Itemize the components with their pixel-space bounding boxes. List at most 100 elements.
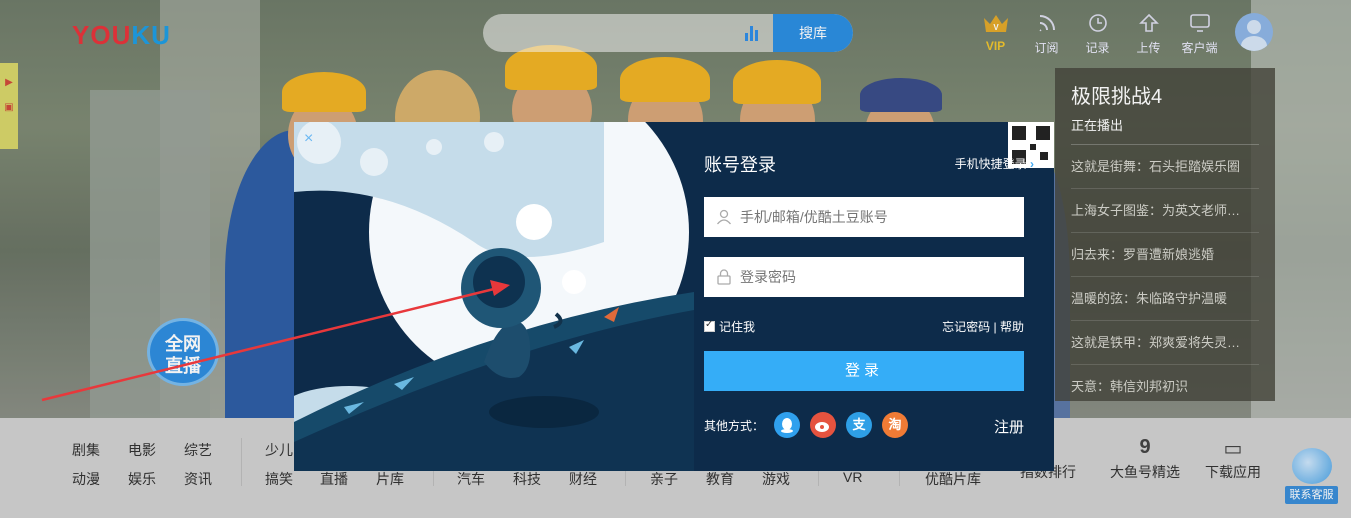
weibo-login-icon[interactable]	[810, 412, 837, 438]
live-broadcast-badge[interactable]: 全网 直播	[147, 318, 219, 386]
nav-link[interactable]: VR	[843, 469, 862, 485]
playlist-item[interactable]: 温暖的弦：朱临路守护温暖	[1071, 277, 1259, 321]
nav-link[interactable]: 动漫	[72, 469, 100, 489]
login-heading: 账号登录	[704, 155, 776, 175]
help-links: 忘记密码 | 帮助	[942, 318, 1024, 335]
live-badge-line2: 直播	[165, 356, 201, 376]
top-nav: V VIP 订阅 记录 上传 客户端	[970, 12, 1225, 56]
register-link[interactable]: 注册	[994, 416, 1024, 437]
playlist-panel: 极限挑战4 正在播出 这就是街舞：石头拒踏娱乐圈 上海女子图鉴：为英文老师… 归…	[1055, 68, 1275, 401]
nav-link[interactable]: 直播	[320, 469, 348, 489]
cap	[860, 78, 942, 112]
helmet	[733, 60, 821, 104]
nav-link[interactable]: 剧集	[72, 440, 100, 460]
nav-link[interactable]: 科技	[513, 469, 541, 489]
lock-icon	[717, 269, 731, 285]
side-tab[interactable]: ▶ ▣	[0, 63, 18, 149]
nav-link[interactable]: 娱乐	[128, 469, 156, 489]
close-button[interactable]: ×	[304, 130, 313, 148]
nav-label: 下载应用	[1205, 464, 1261, 480]
phone-quick-login-link[interactable]: 手机快捷登录 ›	[955, 155, 1034, 172]
nav-link[interactable]: 教育	[706, 469, 734, 489]
nav-subscribe[interactable]: 订阅	[1021, 12, 1072, 56]
nav-link[interactable]: 综艺	[184, 440, 212, 460]
nav-link[interactable]: 游戏	[762, 469, 790, 489]
login-options: 记住我 忘记密码 | 帮助	[704, 318, 1024, 336]
clock-icon	[1072, 12, 1123, 34]
nav-label: 订阅	[1034, 41, 1059, 55]
monitor-icon	[1174, 12, 1225, 34]
dayu-icon: 9	[1139, 436, 1151, 458]
illustration-svg	[294, 122, 694, 471]
dayu-link[interactable]: 9 大鱼号精选	[1108, 436, 1182, 482]
forgot-password-link[interactable]: 忘记密码	[942, 320, 990, 334]
playlist-title[interactable]: 极限挑战4	[1071, 80, 1259, 109]
playlist-item[interactable]: 这就是铁甲：郑爽爱将失灵…	[1071, 321, 1259, 365]
screen-icon: ▣	[4, 102, 14, 113]
nav-vip[interactable]: V VIP	[970, 12, 1021, 56]
quick-login-label: 手机快捷登录	[954, 157, 1027, 171]
search-input[interactable]	[483, 14, 773, 52]
alipay-login-icon[interactable]: 支	[846, 412, 873, 438]
download-app-link[interactable]: ▭ 下载应用	[1203, 436, 1263, 482]
nav-link[interactable]: 汽车	[457, 469, 485, 489]
search-button[interactable]: 搜库	[773, 14, 853, 52]
voice-search-icon[interactable]	[745, 25, 761, 41]
account-input[interactable]	[740, 197, 1020, 237]
nav-link[interactable]: 亲子	[650, 469, 678, 489]
service-robot-icon	[1291, 448, 1332, 484]
playlist-item[interactable]: 这就是街舞：石头拒踏娱乐圈	[1071, 145, 1259, 189]
upload-icon	[1123, 12, 1174, 34]
nav-link[interactable]: 优酷片库	[925, 469, 981, 489]
playlist-item[interactable]: 归去来：罗晋遭新娘逃婚	[1071, 233, 1259, 277]
nav-label: 记录	[1085, 41, 1110, 55]
nav-label: 客户端	[1181, 41, 1218, 55]
login-button[interactable]: 登录	[704, 351, 1024, 391]
chevron-right-icon: ›	[1030, 157, 1034, 171]
account-field	[704, 197, 1024, 237]
login-illustration	[294, 122, 694, 471]
other-methods-label: 其他方式：	[704, 418, 765, 433]
nav-link[interactable]: 电影	[128, 440, 156, 460]
logo-text-main: YOU	[72, 20, 132, 50]
monitor-icon: ▭	[1223, 438, 1243, 460]
password-field	[704, 257, 1024, 297]
remember-me-label: 记住我	[719, 320, 756, 334]
nav-label: 上传	[1136, 41, 1161, 55]
playlist-item[interactable]: 天意：韩信刘邦初识	[1071, 365, 1259, 409]
play-icon: ▶	[5, 77, 13, 88]
login-form: 账号登录 手机快捷登录 › 记住我 忘记密码 | 帮助 登录 其他方式： 支 淘	[704, 122, 1034, 471]
search-bar: 搜库	[483, 14, 853, 52]
checkbox-icon	[704, 319, 715, 332]
taobao-login-icon[interactable]: 淘	[882, 412, 909, 438]
playlist-subtitle: 正在播出	[1071, 115, 1259, 145]
nav-label: VIP	[985, 39, 1006, 53]
live-badge-line1: 全网	[165, 334, 201, 354]
service-label: 联系客服	[1285, 486, 1338, 504]
help-link[interactable]: 帮助	[1000, 320, 1024, 334]
nav-link[interactable]: 资讯	[184, 469, 212, 489]
customer-service-button[interactable]: 联系客服	[1285, 448, 1338, 504]
helmet	[282, 72, 366, 112]
logo-text-accent: KU	[131, 20, 171, 50]
helmet	[620, 57, 710, 102]
other-login-methods: 其他方式： 支 淘	[704, 412, 909, 438]
nav-link[interactable]: 片库	[376, 469, 404, 489]
vip-badge-text: V	[993, 23, 999, 32]
user-avatar[interactable]	[1235, 13, 1273, 51]
qq-login-icon[interactable]	[774, 412, 801, 438]
youku-logo[interactable]: YOUKU	[72, 20, 171, 51]
nav-label: 大鱼号精选	[1110, 464, 1180, 480]
separator: |	[993, 320, 997, 334]
playlist-item[interactable]: 上海女子图鉴：为英文老师…	[1071, 189, 1259, 233]
user-icon	[716, 209, 732, 225]
remember-me-checkbox[interactable]: 记住我	[704, 318, 755, 335]
nav-history[interactable]: 记录	[1072, 12, 1123, 56]
nav-link[interactable]: 财经	[569, 469, 597, 489]
password-input[interactable]	[740, 257, 1020, 297]
nav-upload[interactable]: 上传	[1123, 12, 1174, 56]
nav-link[interactable]: 少儿	[265, 440, 293, 460]
nav-client[interactable]: 客户端	[1174, 12, 1225, 56]
nav-link[interactable]: 搞笑	[265, 469, 293, 489]
login-dialog: × 账号登录 手机快捷登录 › 记住我 忘记密码 | 帮助 登录 其他方式：	[294, 122, 1054, 471]
